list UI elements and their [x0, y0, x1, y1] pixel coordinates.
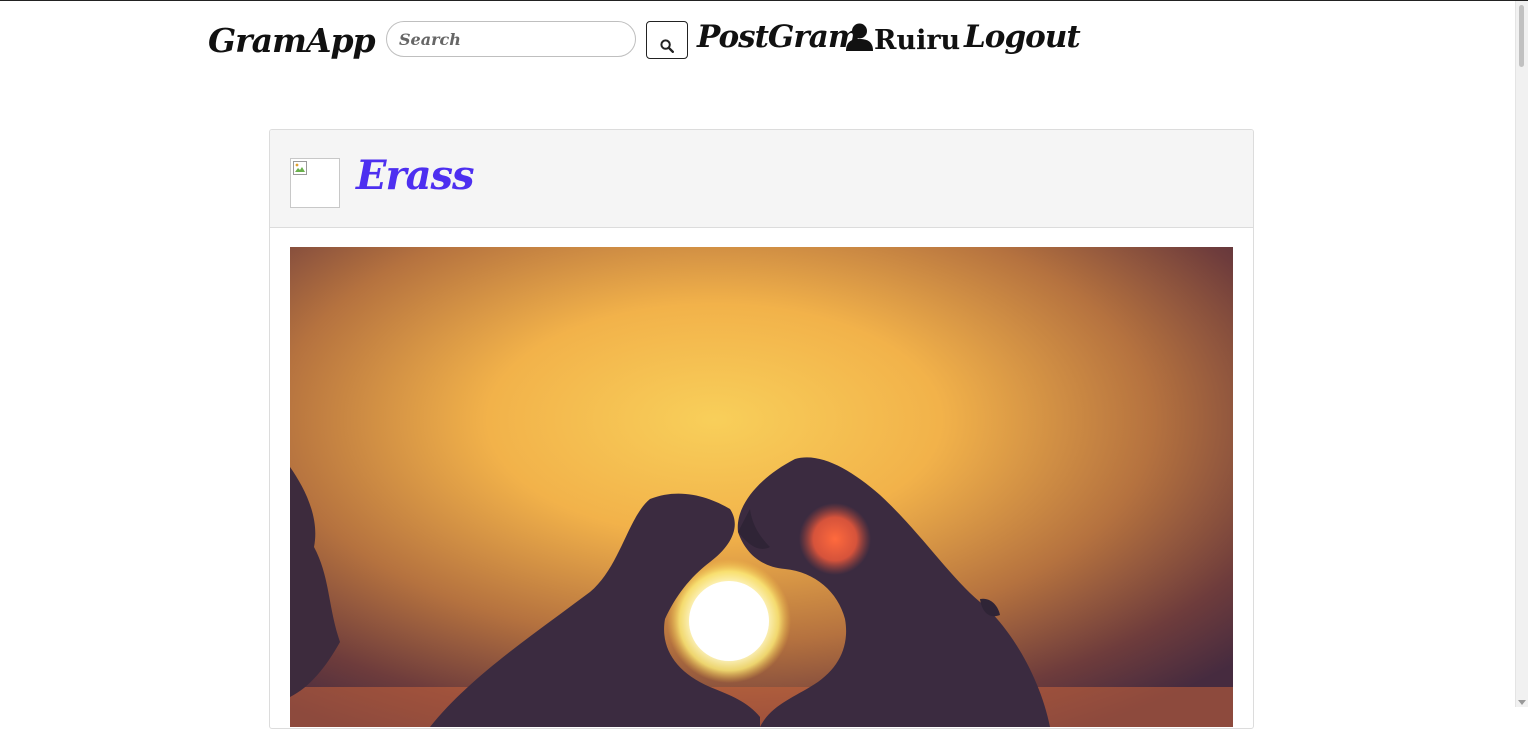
brand-logo[interactable]: GramApp: [208, 21, 376, 60]
nav-profile-link[interactable]: Ruiru: [846, 23, 960, 56]
search-icon: [660, 38, 674, 53]
user-icon: [846, 23, 873, 51]
scrollbar-thumb[interactable]: [1519, 5, 1524, 67]
post-card-header: Erass: [270, 130, 1253, 228]
search-button[interactable]: [646, 21, 688, 59]
post-card: Erass: [269, 129, 1254, 729]
sunset-heart-hands-photo: [290, 247, 1233, 727]
nav-logout-link[interactable]: Logout: [964, 19, 1081, 55]
navbar: GramApp PostGram Ruiru Logout: [0, 1, 1516, 81]
scroll-down-arrow-icon[interactable]: [1518, 700, 1526, 705]
nav-profile-label: Ruiru: [874, 25, 961, 56]
avatar[interactable]: [290, 158, 340, 208]
nav-postgram-link[interactable]: PostGram: [697, 19, 861, 55]
post-username-link[interactable]: Erass: [356, 152, 475, 199]
page-scrollbar[interactable]: [1515, 1, 1528, 707]
broken-image-icon: [293, 161, 307, 175]
search-input[interactable]: [386, 21, 636, 57]
post-image[interactable]: [290, 247, 1233, 727]
